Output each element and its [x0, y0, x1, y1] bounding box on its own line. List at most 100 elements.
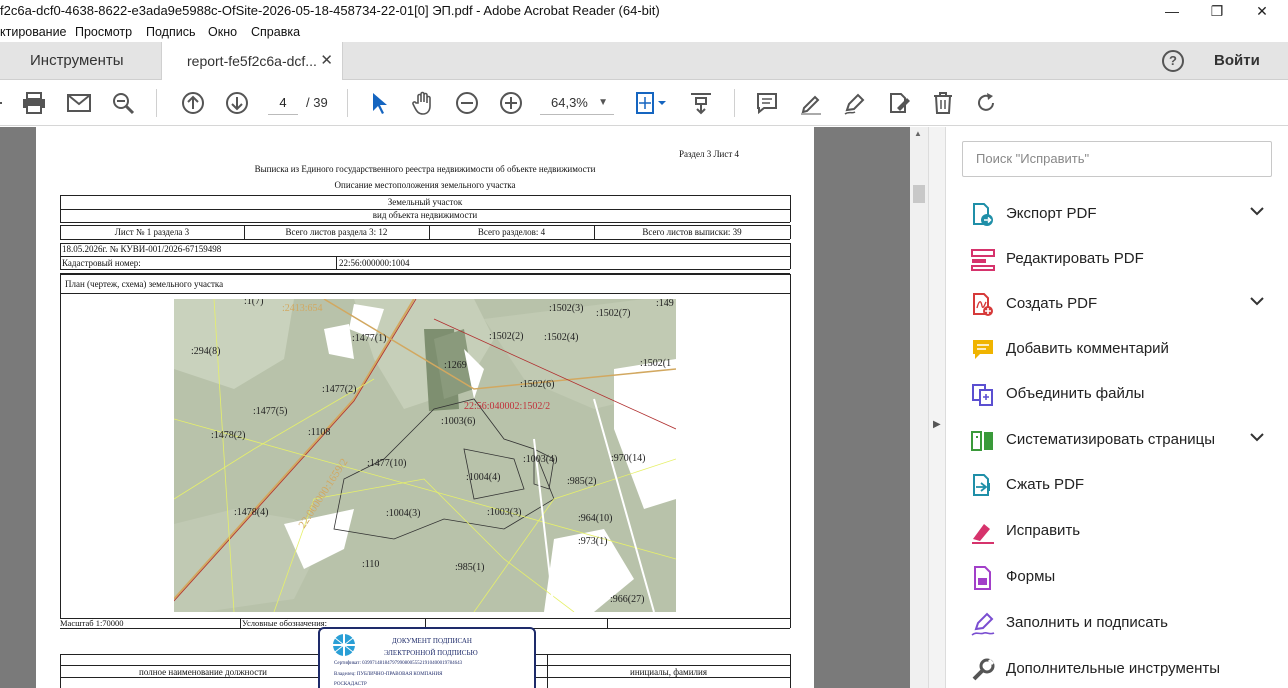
forms-icon: [970, 565, 996, 591]
scrollbar-thumb[interactable]: [913, 185, 925, 203]
svg-text::1502(4): :1502(4): [544, 332, 578, 343]
object-type: Земельный участок: [387, 197, 463, 207]
svg-text::1502(2): :1502(2): [489, 331, 523, 342]
stamp-line-1: ДОКУМЕНТ ПОДПИСАН: [392, 637, 472, 645]
menu-edit[interactable]: ктирование: [0, 25, 67, 39]
section-sheet-label: Раздел 3 Лист 4: [679, 149, 740, 159]
toolbar-divider: [347, 89, 348, 117]
svg-text::1108: :1108: [308, 427, 330, 438]
tool-item-label: Объединить файлы: [1006, 385, 1145, 402]
menu-help[interactable]: Справка: [251, 25, 300, 39]
tool-item[interactable]: Сжать PDF: [970, 471, 1270, 501]
menu-window[interactable]: Окно: [208, 25, 237, 39]
tool-item[interactable]: Объединить файлы: [970, 380, 1270, 410]
fit-page-icon[interactable]: [633, 90, 669, 116]
highlight-pen-icon[interactable]: [798, 90, 824, 116]
search-zoom-icon[interactable]: [110, 90, 136, 116]
svg-text::1004(4): :1004(4): [466, 472, 500, 483]
comment-icon[interactable]: [754, 90, 780, 116]
minimize-button[interactable]: —: [1150, 0, 1194, 22]
legend-label: Условные обозначения:: [242, 618, 328, 628]
chevron-down-icon: ▼: [598, 97, 608, 108]
zoom-out-icon[interactable]: [454, 90, 480, 116]
tab-tools[interactable]: Инструменты: [0, 42, 160, 80]
chevron-down-icon[interactable]: [1250, 204, 1264, 219]
table-border: [790, 195, 791, 222]
tool-item[interactable]: Дополнительные инструменты: [970, 655, 1270, 685]
toolbar: 4 / 39 64,3% ▼: [0, 80, 1288, 126]
svg-text::1478(4): :1478(4): [234, 507, 268, 518]
rotate-icon[interactable]: [973, 90, 999, 116]
tab-document-label: report-fe5f2c6a-dcf...: [187, 53, 317, 69]
vertical-scrollbar[interactable]: ▲: [910, 127, 928, 688]
svg-text::1003(4): :1003(4): [523, 454, 557, 465]
svg-text::2413:654: :2413:654: [282, 303, 323, 314]
tools-search-input[interactable]: Поиск "Исправить": [962, 141, 1272, 177]
zoom-level-select[interactable]: 64,3% ▼: [540, 91, 614, 115]
menu-bar: ктирование Просмотр Подпись Окно Справка: [0, 22, 1288, 42]
plan-border: [60, 293, 790, 294]
page-number-input[interactable]: 4: [268, 91, 298, 115]
table-border: [60, 256, 790, 257]
close-window-button[interactable]: ✕: [1240, 0, 1284, 22]
svg-text::1477(10): :1477(10): [367, 458, 406, 469]
tool-item[interactable]: Исправить: [970, 517, 1270, 547]
scroll-mode-icon[interactable]: [688, 90, 714, 116]
chevron-down-icon[interactable]: [1250, 430, 1264, 445]
sign-pen-icon[interactable]: [842, 90, 868, 116]
menu-view[interactable]: Просмотр: [75, 25, 132, 39]
delete-icon[interactable]: [930, 90, 956, 116]
tool-item-label: Систематизировать страницы: [1006, 431, 1216, 448]
hand-tool-icon[interactable]: [410, 90, 436, 116]
close-tab-icon[interactable]: ✕: [320, 42, 333, 80]
help-icon[interactable]: ?: [1162, 50, 1184, 72]
tool-item[interactable]: Систематизировать страницы: [970, 426, 1270, 456]
plan-border: [60, 274, 790, 275]
chevron-down-icon[interactable]: [1250, 294, 1264, 309]
tool-item[interactable]: Добавить комментарий: [970, 335, 1270, 365]
tool-item[interactable]: Заполнить и подписать: [970, 609, 1270, 639]
email-icon[interactable]: [66, 90, 92, 116]
login-button[interactable]: Войти: [1214, 52, 1260, 69]
toolbar-divider: [734, 89, 735, 117]
zoom-in-icon[interactable]: [498, 90, 524, 116]
table-border: [60, 195, 790, 196]
document-title: Выписка из Единого государственного реес…: [254, 164, 596, 174]
tab-document[interactable]: report-fe5f2c6a-dcf... ✕: [161, 42, 343, 81]
svg-text::1269: :1269: [444, 360, 467, 371]
scroll-up-arrow-icon[interactable]: ▲: [914, 129, 922, 138]
document-viewport[interactable]: Раздел 3 Лист 4 Выписка из Единого госуд…: [0, 127, 931, 688]
plan-border: [790, 274, 791, 618]
maximize-button[interactable]: ❐: [1195, 0, 1239, 22]
previous-page-icon[interactable]: [180, 90, 206, 116]
tool-item[interactable]: Формы: [970, 563, 1270, 593]
sections-total: Всего разделов: 4: [477, 227, 546, 237]
more-tools-icon: [970, 657, 996, 683]
select-cursor-icon[interactable]: [366, 90, 392, 116]
organize-pages-icon: [970, 428, 996, 454]
edit-text-icon[interactable]: [886, 90, 912, 116]
table-border: [790, 225, 791, 239]
footer-border: [790, 654, 791, 688]
sheet-number: Лист № 1 раздела 3: [114, 227, 190, 237]
menu-sign[interactable]: Подпись: [146, 25, 195, 39]
svg-text::294(8): :294(8): [191, 346, 220, 357]
tools-pane: Поиск "Исправить" Экспорт PDF Редактирова…: [946, 127, 1288, 688]
svg-text::1(7): :1(7): [244, 299, 263, 307]
tool-item-label: Создать PDF: [1006, 295, 1098, 312]
compress-pdf-icon: [970, 473, 996, 499]
svg-text::1502(7): :1502(7): [596, 308, 630, 319]
table-border: [60, 225, 790, 226]
pane-splitter[interactable]: ▶: [928, 127, 946, 688]
next-page-icon[interactable]: [224, 90, 250, 116]
comment-icon: [970, 337, 996, 363]
tool-item[interactable]: Экспорт PDF: [970, 200, 1270, 230]
overflow-left-icon[interactable]: [0, 90, 6, 116]
svg-text:22:56:040002:1502/2: 22:56:040002:1502/2: [464, 401, 550, 412]
svg-text::1477(5): :1477(5): [253, 406, 287, 417]
extract-sheets-total: Всего листов выписки: 39: [642, 227, 742, 237]
print-icon[interactable]: [21, 90, 47, 116]
tool-item[interactable]: Создать PDF: [970, 290, 1270, 320]
chevron-right-icon[interactable]: ▶: [933, 419, 941, 430]
tool-item[interactable]: Редактировать PDF: [970, 245, 1270, 275]
